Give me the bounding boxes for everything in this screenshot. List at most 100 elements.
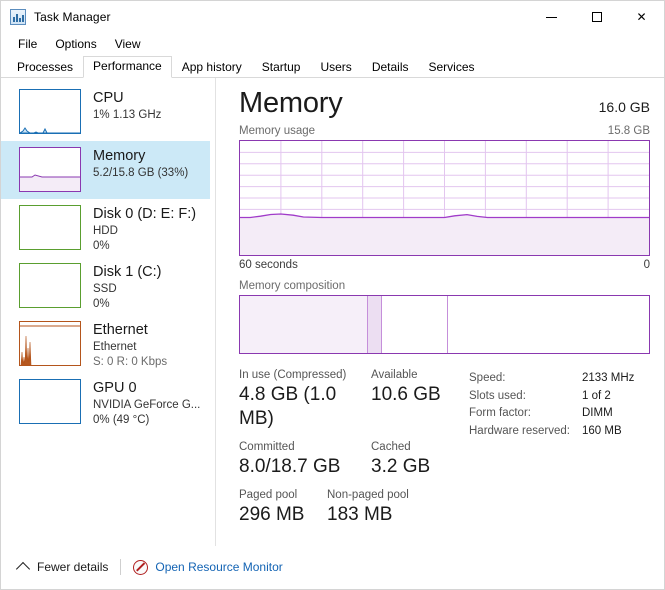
memory-stats: In use (Compressed) 4.8 GB (1.0 MB) Avai… — [239, 368, 650, 536]
stat-row-2: Committed 8.0/18.7 GB Cached 3.2 GB — [239, 440, 469, 479]
detail-hardware-reserved-key: Hardware reserved: — [469, 424, 570, 437]
memory-composition-bar[interactable] — [239, 295, 650, 354]
gpu0-sub1: NVIDIA GeForce G... — [93, 399, 201, 411]
sidebar-item-disk1[interactable]: Disk 1 (C:) SSD 0% — [1, 257, 210, 315]
close-button[interactable]: ✕ — [619, 1, 664, 33]
minimize-button[interactable] — [529, 1, 574, 33]
ethernet-sub1: Ethernet — [93, 341, 137, 353]
menu-view[interactable]: View — [106, 35, 150, 53]
disk0-sub2: 0% — [93, 240, 110, 252]
tab-strip: Processes Performance App history Startu… — [1, 55, 664, 78]
disk0-title: Disk 0 (D: E: F:) — [93, 206, 197, 222]
composition-modified — [366, 296, 382, 353]
stat-nonpaged-pool: Non-paged pool 183 MB — [327, 488, 425, 527]
resource-sidebar: CPU 1% 1.13 GHz Memory 5.2/15.8 GB (33%) — [1, 78, 216, 546]
open-resource-monitor-link[interactable]: Open Resource Monitor — [155, 560, 282, 574]
status-bar: Fewer details Open Resource Monitor — [1, 546, 664, 587]
composition-in-use — [240, 296, 367, 353]
composition-divider-1 — [366, 296, 368, 353]
disk0-labels: Disk 0 (D: E: F:) HDD 0% — [93, 205, 196, 254]
stat-cached-label: Cached — [371, 441, 411, 453]
sidebar-item-disk0[interactable]: Disk 0 (D: E: F:) HDD 0% — [1, 199, 210, 257]
detail-form-factor-value: DIMM — [582, 407, 613, 419]
detail-hardware-reserved-value: 160 MB — [582, 424, 622, 437]
menu-bar: File Options View — [1, 33, 664, 55]
memory-usage-label: Memory usage — [239, 125, 316, 137]
menu-file[interactable]: File — [9, 35, 46, 53]
memory-stats-left: In use (Compressed) 4.8 GB (1.0 MB) Avai… — [239, 368, 469, 536]
stat-available-label: Available — [371, 369, 418, 381]
stat-available-value: 10.6 GB — [371, 384, 441, 405]
disk1-sub2: 0% — [93, 298, 110, 310]
maximize-icon — [591, 12, 602, 22]
stat-in-use-label: In use (Compressed) — [239, 369, 347, 381]
cpu-title: CPU — [93, 90, 124, 106]
memory-detail-panel: Memory 16.0 GB Memory usage 15.8 GB 60 s… — [216, 78, 664, 546]
caption-buttons: ✕ — [529, 1, 664, 33]
disk1-labels: Disk 1 (C:) SSD 0% — [93, 263, 161, 312]
ethernet-sub2: S: 0 R: 0 Kbps — [93, 356, 168, 368]
graph-time-zero: 0 — [643, 259, 650, 271]
composition-divider-2 — [381, 296, 383, 353]
detail-speed: Speed: 2133 MHz — [469, 370, 650, 388]
maximize-button[interactable] — [574, 1, 619, 33]
memory-usage-graph — [239, 140, 650, 256]
memory-hardware-details: Speed: 2133 MHz Slots used: 1 of 2 Form … — [469, 368, 650, 536]
graph-time-span: 60 seconds — [239, 259, 298, 271]
close-icon: ✕ — [636, 10, 647, 24]
memory-labels: Memory 5.2/15.8 GB (33%) — [93, 147, 188, 181]
detail-slots-used-key: Slots used: — [469, 389, 526, 402]
tab-startup[interactable]: Startup — [252, 57, 311, 78]
stat-paged-pool-value: 296 MB — [239, 504, 305, 525]
disk1-mini-graph — [19, 263, 81, 308]
gpu0-title: GPU 0 — [93, 380, 137, 396]
stat-committed-label: Committed — [239, 441, 295, 453]
stat-cached: Cached 3.2 GB — [371, 440, 469, 479]
ethernet-labels: Ethernet Ethernet S: 0 R: 0 Kbps — [93, 321, 167, 370]
stat-available: Available 10.6 GB — [371, 368, 469, 431]
composition-divider-3 — [446, 296, 448, 353]
tab-processes[interactable]: Processes — [7, 57, 83, 78]
stat-committed: Committed 8.0/18.7 GB — [239, 440, 371, 479]
tab-services[interactable]: Services — [419, 57, 485, 78]
taskmanager-icon — [10, 9, 26, 25]
stat-row-3: Paged pool 296 MB Non-paged pool 183 MB — [239, 488, 469, 527]
cpu-mini-graph — [19, 89, 81, 134]
sidebar-item-ethernet[interactable]: Ethernet Ethernet S: 0 R: 0 Kbps — [1, 315, 210, 373]
chevron-up-icon — [15, 561, 31, 576]
stat-paged-pool: Paged pool 296 MB — [239, 488, 327, 527]
stat-cached-value: 3.2 GB — [371, 456, 431, 477]
sidebar-item-memory[interactable]: Memory 5.2/15.8 GB (33%) — [1, 141, 210, 199]
cpu-sub: 1% 1.13 GHz — [93, 109, 162, 121]
memory-sub: 5.2/15.8 GB (33%) — [93, 167, 189, 179]
detail-hardware-reserved: Hardware reserved: 160 MB — [469, 423, 650, 441]
window-title: Task Manager — [34, 10, 111, 24]
menu-options[interactable]: Options — [46, 35, 105, 53]
detail-speed-key: Speed: — [469, 372, 506, 384]
disk0-mini-graph — [19, 205, 81, 250]
title-bar: Task Manager ✕ — [1, 1, 664, 33]
graph-axis-labels: 60 seconds 0 — [239, 259, 650, 271]
detail-form-factor-key: Form factor: — [469, 407, 531, 419]
task-manager-window: Task Manager ✕ File Options View Process… — [0, 0, 665, 590]
content-area: CPU 1% 1.13 GHz Memory 5.2/15.8 GB (33%) — [1, 78, 664, 546]
stat-committed-value: 8.0/18.7 GB — [239, 456, 341, 477]
memory-usage-caption: Memory usage 15.8 GB — [239, 125, 650, 137]
stat-in-use: In use (Compressed) 4.8 GB (1.0 MB) — [239, 368, 371, 431]
memory-usage-max: 15.8 GB — [607, 125, 650, 137]
tab-app-history[interactable]: App history — [172, 57, 252, 78]
tab-performance[interactable]: Performance — [83, 56, 172, 78]
disk1-sub1: SSD — [93, 283, 117, 295]
sidebar-item-gpu0[interactable]: GPU 0 NVIDIA GeForce G... 0% (49 °C) — [1, 373, 210, 431]
disk0-sub1: HDD — [93, 225, 118, 237]
stat-paged-pool-label: Paged pool — [239, 489, 298, 501]
disk1-title: Disk 1 (C:) — [93, 264, 162, 280]
memory-mini-graph — [19, 147, 81, 192]
gpu0-mini-graph — [19, 379, 81, 424]
sidebar-item-cpu[interactable]: CPU 1% 1.13 GHz — [1, 83, 210, 141]
fewer-details-button[interactable]: Fewer details — [37, 560, 108, 574]
memory-title: Memory — [93, 148, 146, 164]
tab-details[interactable]: Details — [362, 57, 419, 78]
tab-users[interactable]: Users — [310, 57, 361, 78]
gpu0-sub2: 0% (49 °C) — [93, 414, 150, 426]
